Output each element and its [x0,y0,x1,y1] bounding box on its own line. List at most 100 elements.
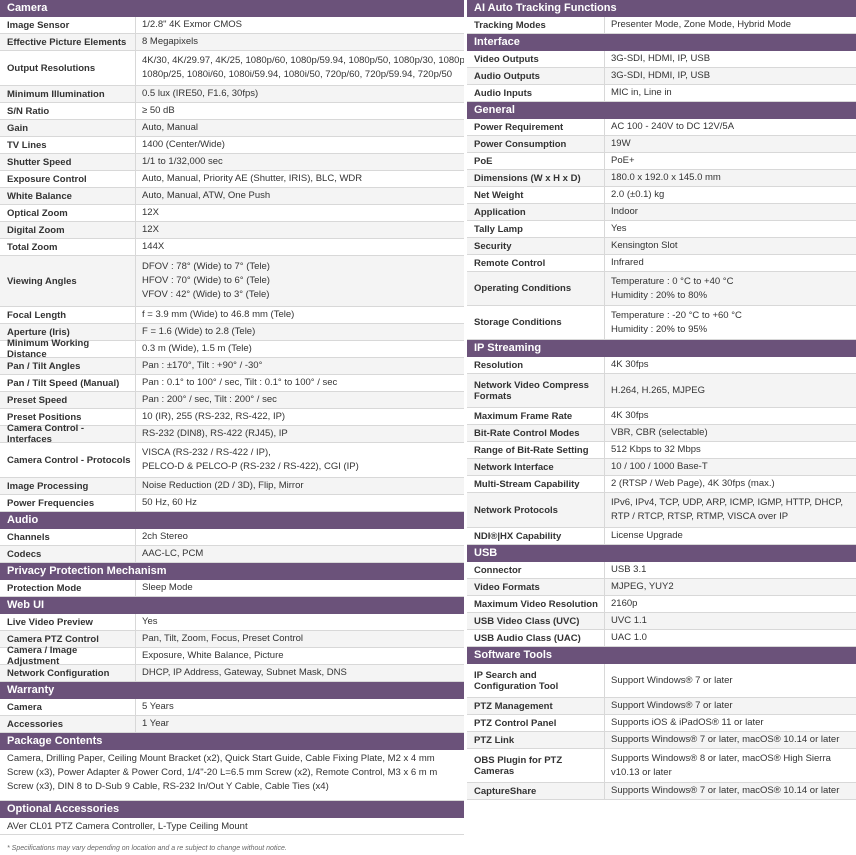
section-header-web-ui: Web UI [0,597,464,614]
spec-row-white-balance: White Balance Auto, Manual, ATW, One Push [0,188,464,205]
spec-row-bit-rate-control-modes: Bit-Rate Control Modes VBR, CBR (selectab… [467,425,856,442]
spec-label: NDI®|HX Capability [467,528,605,544]
spec-value-line: DHCP, IP Address, Gateway, Subnet Mask, … [142,667,347,678]
spec-label: Dimensions (W x H x D) [467,170,605,186]
spec-row-application: Application Indoor [467,204,856,221]
spec-value-line: Kensington Slot [611,240,678,251]
spec-value-line: UVC 1.1 [611,615,647,626]
spec-value-line: 1400 (Center/Wide) [142,139,225,150]
spec-value: 1 Year [136,716,464,732]
spec-value: 10 (IR), 255 (RS-232, RS-422, IP) [136,409,464,425]
spec-value-line: PELCO-D & PELCO-P (RS-232 / RS-422), CGI… [142,461,359,472]
spec-label: Pan / Tilt Speed (Manual) [0,375,136,391]
spec-value: Presenter Mode, Zone Mode, Hybrid Mode [605,17,856,33]
spec-row-image-sensor: Image Sensor 1/2.8" 4K Exmor CMOS [0,17,464,34]
spec-value: 180.0 x 192.0 x 145.0 mm [605,170,856,186]
spec-value-line: 5 Years [142,701,174,712]
section-body-ip-streaming: Resolution 4K 30fps Network Video Compress… [467,357,856,545]
spec-row-ptz-link: PTZ Link Supports Windows® 7 or later, ma… [467,732,856,749]
spec-label: Network Protocols [467,493,605,527]
spec-value: 1/2.8" 4K Exmor CMOS [136,17,464,33]
section-body-general: Power Requirement AC 100 - 240V to DC 12V… [467,119,856,340]
spec-value-line: 12X [142,207,159,218]
spec-value-line: 3G-SDI, HDMI, IP, USB [611,53,711,64]
spec-row-total-zoom: Total Zoom 144X [0,239,464,256]
section-header-warranty: Warranty [0,682,464,699]
spec-label: Effective Picture Elements [0,34,136,50]
spec-label: Power Consumption [467,136,605,152]
spec-value: Supports Windows® 7 or later, macOS® 10.… [605,783,856,799]
spec-label: Remote Control [467,255,605,271]
spec-value-line: Supports Windows® 7 or later, macOS® 10.… [611,785,840,796]
spec-value: 50 Hz, 60 Hz [136,495,464,511]
section-header-camera: Camera [0,0,464,17]
spec-label: Tally Lamp [467,221,605,237]
spec-row-preset-speed: Preset Speed Pan : 200° / sec, Tilt : 200… [0,392,464,409]
spec-value: ≥ 50 dB [136,103,464,119]
spec-value-line: 10 (IR), 255 (RS-232, RS-422, IP) [142,411,286,422]
spec-label: Maximum Video Resolution [467,596,605,612]
spec-value: 512 Kbps to 32 Mbps [605,442,856,458]
spec-label: PoE [467,153,605,169]
spec-row-viewing-angles: Viewing Angles DFOV : 78° (Wide) to 7° (T… [0,256,464,307]
section-header-general: General [467,102,856,119]
spec-value: RS-232 (DIN8), RS-422 (RJ45), IP [136,426,464,442]
spec-value-line: Pan : 0.1° to 100° / sec, Tilt : 0.1° to… [142,377,338,388]
spec-row-camera-image-adjustment: Camera / Image Adjustment Exposure, White… [0,645,464,667]
spec-label: White Balance [0,188,136,204]
spec-value-line: 512 Kbps to 32 Mbps [611,444,701,455]
spec-value-line: 10 / 100 / 1000 Base-T [611,461,708,472]
spec-label: PTZ Management [467,698,605,714]
spec-value-line: PoE+ [611,155,635,166]
spec-value: 12X [136,222,464,238]
spec-label: USB Video Class (UVC) [467,613,605,629]
spec-value: Yes [136,614,464,630]
section-text-package-contents: Camera, Drilling Paper, Ceiling Mount Br… [0,750,464,801]
spec-value-line: 2.0 (±0.1) kg [611,189,665,200]
spec-row-ptz-control-panel: PTZ Control Panel Supports iOS & iPadOS® … [467,715,856,732]
spec-value: Yes [605,221,856,237]
spec-value-line: Pan : 200° / sec, Tilt : 200° / sec [142,394,277,405]
spec-value: VBR, CBR (selectable) [605,425,856,441]
section-body-privacy-protection-mechanism: Protection Mode Sleep Mode [0,580,464,597]
spec-label: Network Video Compress Formats [467,374,605,407]
spec-row-maximum-frame-rate: Maximum Frame Rate 4K 30fps [467,408,856,425]
spec-row-camera-control-protocols: Camera Control - Protocols VISCA (RS-232 … [0,443,464,478]
spec-value-line: f = 3.9 mm (Wide) to 46.8 mm (Tele) [142,309,295,320]
spec-value: VISCA (RS-232 / RS-422 / IP), PELCO-D & P… [136,443,464,477]
spec-label: PTZ Control Panel [467,715,605,731]
spec-label: Camera Control - Interfaces [0,423,136,445]
spec-value-line: F = 1.6 (Wide) to 2.8 (Tele) [142,326,256,337]
spec-value-line: HFOV : 70° (Wide) to 6° (Tele) [142,275,270,286]
spec-value-line: Exposure, White Balance, Picture [142,650,284,661]
spec-value: UAC 1.0 [605,630,856,646]
spec-value: Pan, Tilt, Zoom, Focus, Preset Control [136,631,464,647]
spec-value: Kensington Slot [605,238,856,254]
spec-row-range-of-bit-rate-setting: Range of Bit-Rate Setting 512 Kbps to 32 … [467,442,856,459]
spec-row-network-video-compress-formats: Network Video Compress Formats H.264, H.2… [467,374,856,408]
spec-value: Auto, Manual [136,120,464,136]
spec-row-remote-control: Remote Control Infrared [467,255,856,272]
section-body-camera: Image Sensor 1/2.8" 4K Exmor CMOS Effectiv… [0,17,464,512]
spec-row-pan-tilt-speed-manual: Pan / Tilt Speed (Manual) Pan : 0.1° to 1… [0,375,464,392]
spec-value: f = 3.9 mm (Wide) to 46.8 mm (Tele) [136,307,464,323]
spec-value-line: AAC-LC, PCM [142,548,204,559]
spec-value-line: Pan : ±170°, Tilt : +90° / -30° [142,360,263,371]
spec-value-line: Supports Windows® 8 or later, macOS® Hig… [611,752,831,764]
spec-row-protection-mode: Protection Mode Sleep Mode [0,580,464,597]
spec-value-line: UAC 1.0 [611,632,647,643]
spec-value: F = 1.6 (Wide) to 2.8 (Tele) [136,324,464,340]
spec-value-line: Support Windows® 7 or later [611,674,733,686]
spec-label: TV Lines [0,137,136,153]
spec-value: 1400 (Center/Wide) [136,137,464,153]
spec-value-line: Auto, Manual, ATW, One Push [142,190,271,201]
spec-label: Storage Conditions [467,306,605,339]
spec-label: Image Sensor [0,17,136,33]
spec-value-line: H.264, H.265, MJPEG [611,384,705,396]
spec-label: PTZ Link [467,732,605,748]
spec-label: Total Zoom [0,239,136,255]
spec-value-line: Auto, Manual, Priority AE (Shutter, IRIS… [142,173,363,184]
spec-row-power-consumption: Power Consumption 19W [467,136,856,153]
spec-value: 19W [605,136,856,152]
spec-label: Channels [0,529,136,545]
